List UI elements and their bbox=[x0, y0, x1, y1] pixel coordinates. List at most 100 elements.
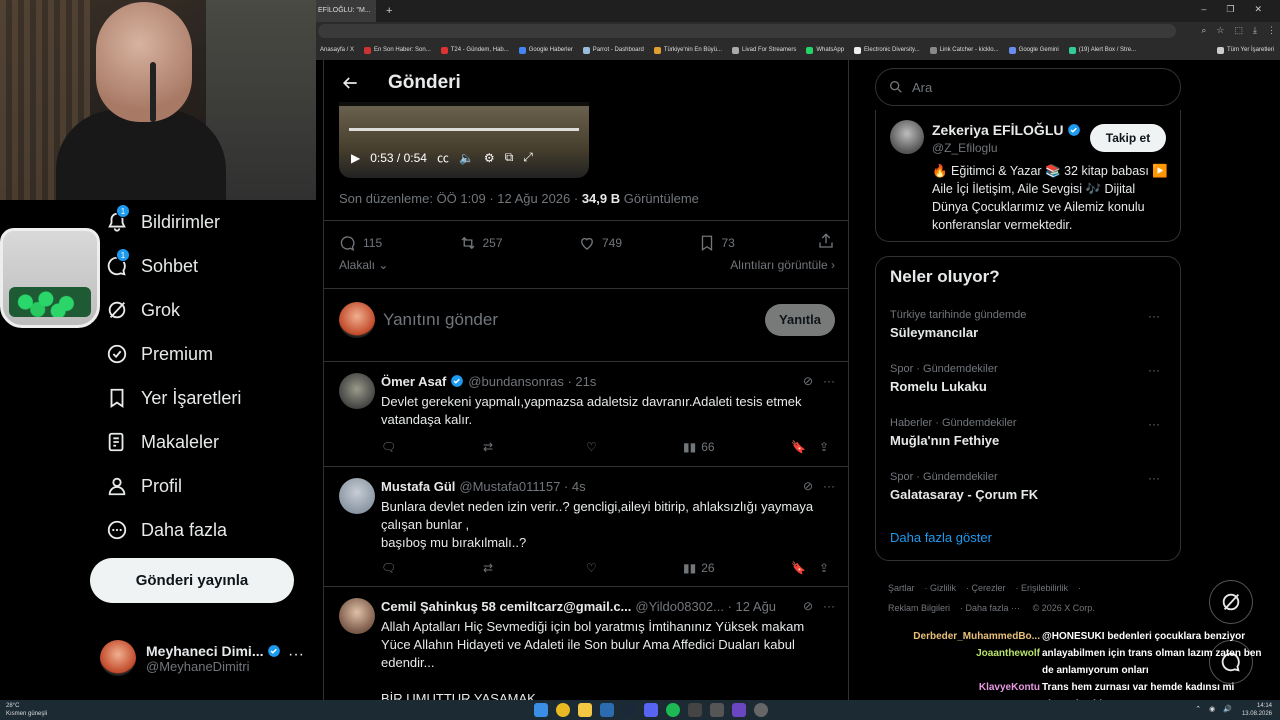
bookmark[interactable]: Google Gemini bbox=[1008, 46, 1059, 54]
bookmark[interactable]: Livad For Streamers bbox=[732, 46, 796, 54]
trend-item[interactable]: Spor · Gündemdekiler Romelu Lukaku ··· bbox=[890, 363, 1166, 403]
bookmark[interactable]: Electronic Diversity... bbox=[854, 46, 920, 54]
sidebar-item-chat[interactable]: 1 Sohbet bbox=[96, 244, 322, 288]
more-icon[interactable]: ··· bbox=[288, 646, 304, 664]
app-icon[interactable] bbox=[710, 703, 724, 717]
views-stat[interactable]: ▮▮ 66 bbox=[683, 440, 791, 454]
repost-icon[interactable]: ⇄ bbox=[483, 440, 586, 454]
footer-link[interactable]: Erişilebilirlik bbox=[1021, 583, 1068, 593]
all-bookmarks[interactable]: Tüm Yer İşaretleri bbox=[1216, 46, 1280, 54]
grok-icon[interactable]: ⊘ bbox=[803, 374, 813, 388]
footer-link[interactable]: Reklam Bilgileri bbox=[888, 603, 950, 613]
sidebar-item-profile[interactable]: Profil bbox=[96, 464, 322, 508]
more-icon[interactable]: ··· bbox=[1148, 417, 1160, 431]
minimize-icon[interactable]: – bbox=[1201, 4, 1206, 15]
chevron-up-icon[interactable]: ⌃ bbox=[1195, 705, 1201, 713]
bookmark[interactable]: Google Haberler bbox=[518, 46, 573, 54]
bookmark[interactable]: (19) Alert Box / Stre... bbox=[1068, 46, 1136, 54]
reply-tweet[interactable]: Cemil Şahinkuş 58 cemiltcarz@gmail.c... … bbox=[324, 586, 848, 700]
video-progress-bar[interactable] bbox=[349, 128, 579, 131]
footer-link[interactable]: Daha fazla ··· bbox=[966, 603, 1021, 613]
windows-start-icon[interactable] bbox=[534, 703, 548, 717]
footer-link[interactable]: Çerezler bbox=[972, 583, 1006, 593]
star-icon[interactable]: ☆ bbox=[1216, 25, 1224, 36]
post-button[interactable]: Gönderi yayınla bbox=[90, 558, 294, 603]
tweet-author-name[interactable]: Mustafa Gül bbox=[381, 479, 455, 494]
views-stat[interactable]: ▮▮ 26 bbox=[683, 561, 791, 575]
chrome-icon[interactable] bbox=[556, 703, 570, 717]
browser-tab[interactable]: EFİLOĞLU: "M... ✕ bbox=[316, 0, 376, 22]
steam-icon[interactable] bbox=[622, 703, 636, 717]
volume-icon[interactable]: 🔊 bbox=[1223, 705, 1232, 713]
app-icon[interactable] bbox=[732, 703, 746, 717]
repost-icon[interactable]: ⇄ bbox=[483, 561, 586, 575]
trend-item[interactable]: Haberler · Gündemdekiler Muğla'nın Fethi… bbox=[890, 417, 1166, 457]
weather-widget[interactable]: 28°C Kısmen güneşli bbox=[6, 702, 47, 718]
footer-link[interactable]: Şartlar bbox=[888, 583, 915, 593]
url-field[interactable] bbox=[318, 24, 1176, 38]
share-icon[interactable]: ⇪ bbox=[819, 440, 829, 454]
heart-icon[interactable]: ♡ bbox=[586, 561, 683, 575]
more-icon[interactable]: ··· bbox=[1148, 363, 1160, 377]
play-icon[interactable]: ▶ bbox=[351, 151, 360, 165]
grok-icon[interactable]: ⊘ bbox=[803, 479, 813, 493]
obs-icon[interactable] bbox=[754, 703, 768, 717]
download-icon[interactable]: ⤓ bbox=[1253, 25, 1257, 36]
reply-icon[interactable]: 🗨 bbox=[381, 440, 483, 454]
trend-item[interactable]: Spor · Gündemdekiler Galatasaray - Çorum… bbox=[890, 471, 1166, 511]
tweet-author-name[interactable]: Cemil Şahinkuş 58 cemiltcarz@gmail.c... bbox=[381, 599, 631, 614]
sidebar-item-notifications[interactable]: 1 Bildirimler bbox=[96, 200, 322, 244]
more-icon[interactable]: ··· bbox=[823, 599, 835, 613]
show-more-link[interactable]: Daha fazla göster bbox=[890, 530, 992, 545]
share-icon[interactable]: ⇪ bbox=[819, 561, 829, 575]
discord-icon[interactable] bbox=[644, 703, 658, 717]
maximize-icon[interactable]: ❐ bbox=[1226, 4, 1234, 15]
file-explorer-icon[interactable] bbox=[578, 703, 592, 717]
avatar[interactable] bbox=[890, 120, 924, 154]
view-quotes-link[interactable]: Alıntıları görüntüle › bbox=[730, 258, 835, 280]
more-icon[interactable]: ··· bbox=[823, 479, 835, 493]
bookmark[interactable]: Link Catcher - kicklo... bbox=[929, 46, 999, 54]
pip-icon[interactable]: ⧉ bbox=[505, 150, 514, 165]
app-icon[interactable] bbox=[688, 703, 702, 717]
profile-name-row[interactable]: Zekeriya EFİLOĞLU bbox=[932, 122, 1081, 138]
volume-icon[interactable]: 🔈 bbox=[459, 151, 474, 165]
bookmark[interactable]: WhatsApp bbox=[806, 46, 844, 54]
reply-stat[interactable]: 115 bbox=[339, 234, 459, 252]
app-icon[interactable] bbox=[600, 703, 614, 717]
reply-input[interactable]: Yanıtını gönder bbox=[383, 310, 498, 330]
sidebar-item-premium[interactable]: Premium bbox=[96, 332, 322, 376]
bookmark[interactable]: Anasayfa / X bbox=[320, 47, 354, 53]
network-icon[interactable]: ◉ bbox=[1209, 705, 1215, 713]
sidebar-item-bookmarks[interactable]: Yer İşaretleri bbox=[96, 376, 322, 420]
bookmark[interactable]: Parrot - Dashboard bbox=[582, 46, 644, 54]
bookmark[interactable]: En Son Haber: Son... bbox=[364, 46, 431, 54]
window-close-icon[interactable]: ✕ bbox=[1254, 4, 1262, 15]
new-tab-icon[interactable]: + bbox=[386, 5, 392, 17]
account-switcher[interactable]: Meyhaneci Dimi... @MeyhaneDimitri ··· bbox=[100, 634, 320, 682]
more-icon[interactable]: ··· bbox=[1148, 309, 1160, 323]
settings-icon[interactable]: ⚙ bbox=[484, 151, 495, 165]
grok-fab-icon[interactable] bbox=[1209, 580, 1253, 624]
spotify-icon[interactable] bbox=[666, 703, 680, 717]
bookmark-stat[interactable]: 73 bbox=[698, 234, 818, 252]
follow-button[interactable]: Takip et bbox=[1090, 124, 1166, 152]
reply-tweet[interactable]: Ömer Asaf @bundansonras · 21s ⊘ ··· Devle… bbox=[324, 361, 848, 466]
more-icon[interactable]: ··· bbox=[823, 374, 835, 388]
repost-stat[interactable]: 257 bbox=[459, 234, 579, 252]
search-input[interactable]: Ara bbox=[875, 68, 1181, 106]
footer-link[interactable]: Gizlilik bbox=[930, 583, 956, 593]
more-icon[interactable]: ··· bbox=[1148, 471, 1160, 485]
related-dropdown[interactable]: Alakalı ⌄ bbox=[339, 258, 388, 280]
captions-icon[interactable]: ㏄ bbox=[437, 149, 449, 166]
back-arrow-icon[interactable] bbox=[340, 73, 360, 93]
close-icon[interactable]: ✕ bbox=[375, 0, 376, 22]
fullscreen-icon[interactable]: ⤢ bbox=[523, 150, 533, 165]
like-stat[interactable]: 749 bbox=[578, 234, 698, 252]
reply-icon[interactable]: 🗨 bbox=[381, 561, 483, 575]
clock[interactable]: 14:14 13.08.2026 bbox=[1242, 702, 1272, 718]
bookmark-icon[interactable]: 🔖 bbox=[791, 561, 819, 575]
zoom-icon[interactable]: ⌕ bbox=[1201, 25, 1206, 36]
heart-icon[interactable]: ♡ bbox=[586, 440, 683, 454]
sidebar-item-articles[interactable]: Makaleler bbox=[96, 420, 322, 464]
